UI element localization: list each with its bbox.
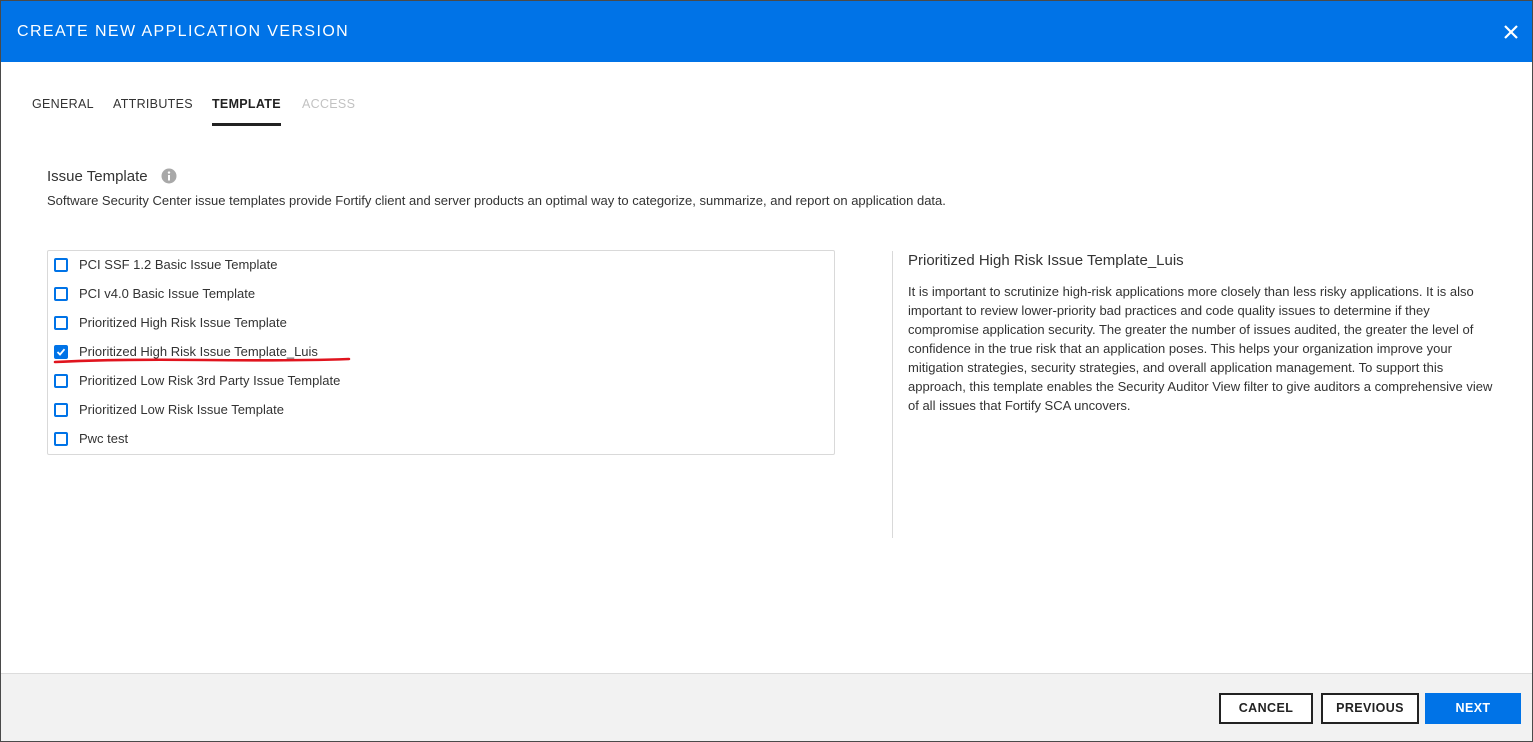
template-detail-title: Prioritized High Risk Issue Template_Lui… (908, 252, 1184, 269)
cancel-button[interactable]: CANCEL (1219, 693, 1313, 724)
tab-access: ACCESS (302, 97, 356, 111)
next-button[interactable]: NEXT (1425, 693, 1521, 724)
template-checkbox[interactable] (54, 287, 68, 301)
template-label: Prioritized Low Risk 3rd Party Issue Tem… (79, 373, 341, 388)
template-label: PCI SSF 1.2 Basic Issue Template (79, 257, 278, 272)
previous-button[interactable]: PREVIOUS (1321, 693, 1419, 724)
template-item[interactable]: PCI SSF 1.2 Basic Issue Template (54, 255, 814, 277)
template-item[interactable]: Prioritized High Risk Issue Template (54, 313, 814, 335)
template-checkbox[interactable] (54, 432, 68, 446)
template-checkbox[interactable] (54, 403, 68, 417)
template-checkbox[interactable] (54, 316, 68, 330)
info-icon[interactable] (161, 168, 177, 184)
template-label: Prioritized High Risk Issue Template (79, 315, 287, 330)
dialog-footer: CANCEL PREVIOUS NEXT (1, 673, 1532, 741)
create-version-dialog: CREATE NEW APPLICATION VERSION GENERAL A… (0, 0, 1533, 742)
section-title: Issue Template (47, 168, 148, 185)
dialog-header: CREATE NEW APPLICATION VERSION (1, 1, 1532, 62)
tab-attributes[interactable]: ATTRIBUTES (113, 97, 193, 126)
template-label: PCI v4.0 Basic Issue Template (79, 286, 256, 301)
template-label: Pwc test (79, 431, 129, 446)
template-checkbox[interactable] (54, 258, 68, 272)
template-item[interactable]: Prioritized Low Risk 3rd Party Issue Tem… (54, 371, 814, 393)
tab-template[interactable]: TEMPLATE (212, 97, 281, 126)
tab-general[interactable]: GENERAL (32, 97, 94, 126)
template-checkbox[interactable] (54, 374, 68, 388)
red-underline-annotation (53, 357, 351, 364)
template-label: Prioritized Low Risk Issue Template (79, 402, 284, 417)
template-list: PCI SSF 1.2 Basic Issue Template PCI v4.… (47, 250, 835, 455)
vertical-divider (892, 251, 893, 538)
template-detail-description: It is important to scrutinize high-risk … (908, 284, 1493, 413)
template-item[interactable]: Prioritized Low Risk Issue Template (54, 400, 814, 422)
close-icon[interactable] (1500, 21, 1522, 43)
template-item[interactable]: PCI v4.0 Basic Issue Template (54, 284, 814, 306)
template-item[interactable]: Pwc test (54, 429, 814, 451)
dialog-title: CREATE NEW APPLICATION VERSION (17, 23, 350, 40)
section-description: Software Security Center issue templates… (47, 193, 946, 208)
